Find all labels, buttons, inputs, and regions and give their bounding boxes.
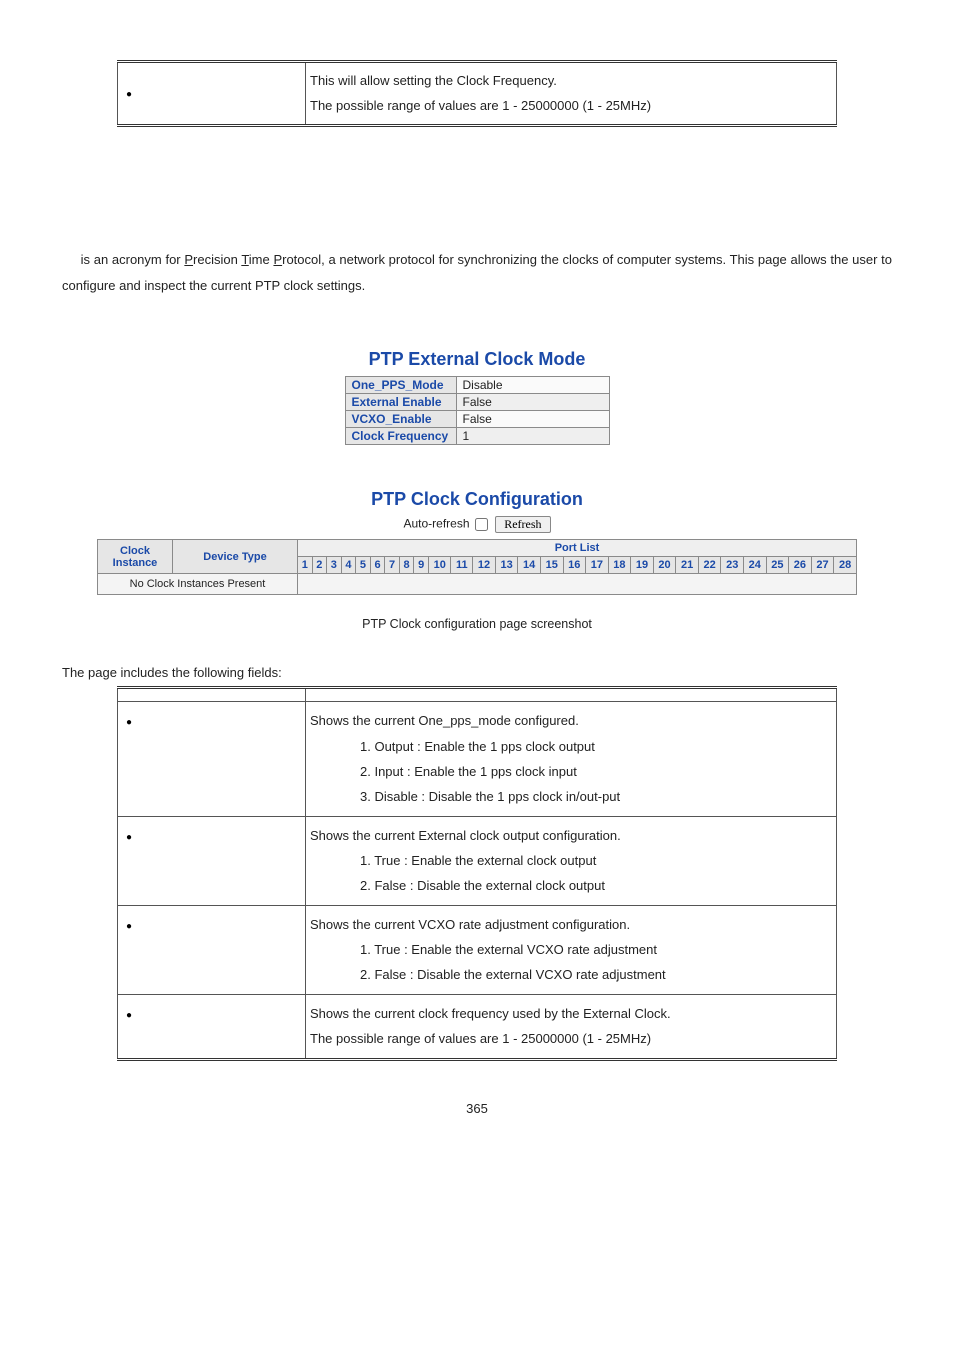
bullet-icon: ● xyxy=(126,717,132,728)
row-one-pps-mode-label: One_PPS_Mode xyxy=(345,377,456,394)
port-header-22: 22 xyxy=(698,557,721,574)
p-underline: P xyxy=(184,252,193,267)
fields-row-line: Shows the current clock frequency used b… xyxy=(310,1006,671,1021)
clock-config-table: Clock Instance Device Type Port List 123… xyxy=(97,539,857,595)
port-header-1: 1 xyxy=(298,557,313,574)
header-port-list: Port List xyxy=(298,540,857,557)
port-header-17: 17 xyxy=(586,557,609,574)
fields-header-description xyxy=(306,688,837,702)
page-number: 365 xyxy=(62,1101,892,1116)
port-header-3: 3 xyxy=(327,557,342,574)
p-rest: recision xyxy=(193,252,241,267)
fields-row-object: ● xyxy=(118,905,306,994)
fields-row-line: Shows the current One_pps_mode configure… xyxy=(310,713,579,728)
port-header-23: 23 xyxy=(721,557,744,574)
no-clock-instances-cell: No Clock Instances Present xyxy=(98,574,298,595)
port-header-2: 2 xyxy=(312,557,327,574)
fields-header-object xyxy=(118,688,306,702)
fields-row-line: 2. False : Disable the external VCXO rat… xyxy=(310,962,832,987)
fields-table: ● Shows the current One_pps_mode configur… xyxy=(117,686,837,1060)
port-header-6: 6 xyxy=(370,557,385,574)
ptp-clock-configuration-box: PTP Clock Configuration Auto-refresh Ref… xyxy=(62,489,892,595)
port-header-28: 28 xyxy=(834,557,857,574)
top-desc-line1: This will allow setting the Clock Freque… xyxy=(310,73,557,88)
fields-row-line: 2. Input : Enable the 1 pps clock input xyxy=(310,759,832,784)
fields-row-description: Shows the current External clock output … xyxy=(306,816,837,905)
top-desc-line2: The possible range of values are 1 - 250… xyxy=(310,98,651,113)
fields-row-line: Shows the current External clock output … xyxy=(310,828,621,843)
fields-row-line: 1. True : Enable the external VCXO rate … xyxy=(310,937,832,962)
fields-row-line: Shows the current VCXO rate adjustment c… xyxy=(310,917,630,932)
port-header-12: 12 xyxy=(473,557,496,574)
row-external-enable-label: External Enable xyxy=(345,394,456,411)
t-underline: T xyxy=(241,252,248,267)
external-clock-mode-title: PTP External Clock Mode xyxy=(62,349,892,370)
fields-row-description: Shows the current clock frequency used b… xyxy=(306,994,837,1059)
top-table-object-cell: ● xyxy=(118,62,306,126)
no-clock-instances-empty xyxy=(298,574,857,595)
bullet-icon: ● xyxy=(126,832,132,843)
fields-row-line: 3. Disable : Disable the 1 pps clock in/… xyxy=(310,784,832,809)
fields-row-description: Shows the current VCXO rate adjustment c… xyxy=(306,905,837,994)
row-external-enable-value: False xyxy=(456,394,609,411)
controls-row: Auto-refresh Refresh xyxy=(62,516,892,533)
auto-refresh-checkbox[interactable] xyxy=(475,518,488,531)
refresh-button[interactable]: Refresh xyxy=(495,516,550,533)
p2-underline: P xyxy=(273,252,282,267)
port-header-27: 27 xyxy=(811,557,834,574)
clock-configuration-title: PTP Clock Configuration xyxy=(62,489,892,510)
row-clock-frequency-value: 1 xyxy=(456,428,609,445)
port-header-16: 16 xyxy=(563,557,586,574)
fields-row-line: The possible range of values are 1 - 250… xyxy=(310,1031,651,1046)
port-header-19: 19 xyxy=(631,557,654,574)
fields-row-description: Shows the current One_pps_mode configure… xyxy=(306,702,837,816)
port-header-18: 18 xyxy=(608,557,631,574)
external-clock-mode-table: One_PPS_Mode Disable External Enable Fal… xyxy=(345,376,610,445)
row-vcxo-enable-value: False xyxy=(456,411,609,428)
port-header-15: 15 xyxy=(540,557,563,574)
port-header-21: 21 xyxy=(676,557,699,574)
intro-prefix: is an acronym for xyxy=(77,252,184,267)
fields-row-object: ● xyxy=(118,816,306,905)
header-device-type: Device Type xyxy=(173,540,298,574)
port-header-7: 7 xyxy=(385,557,400,574)
port-header-5: 5 xyxy=(356,557,371,574)
port-header-4: 4 xyxy=(341,557,356,574)
port-header-25: 25 xyxy=(766,557,789,574)
row-clock-frequency-label: Clock Frequency xyxy=(345,428,456,445)
clock-frequency-continuation-table: ● This will allow setting the Clock Freq… xyxy=(117,60,837,127)
t-rest: ime xyxy=(249,252,274,267)
page-includes-text: The page includes the following fields: xyxy=(62,665,892,680)
ptp-external-clock-mode-box: PTP External Clock Mode One_PPS_Mode Dis… xyxy=(62,349,892,445)
screenshot-caption: PTP Clock configuration page screenshot xyxy=(62,617,892,631)
row-vcxo-enable-label: VCXO_Enable xyxy=(345,411,456,428)
auto-refresh-label: Auto-refresh xyxy=(403,517,469,531)
fields-row-line: 1. Output : Enable the 1 pps clock outpu… xyxy=(310,734,832,759)
port-header-8: 8 xyxy=(399,557,414,574)
row-one-pps-mode-value: Disable xyxy=(456,377,609,394)
fields-row-line: 1. True : Enable the external clock outp… xyxy=(310,848,832,873)
port-header-20: 20 xyxy=(653,557,676,574)
port-header-13: 13 xyxy=(495,557,518,574)
fields-row-line: 2. False : Disable the external clock ou… xyxy=(310,873,832,898)
port-header-26: 26 xyxy=(789,557,812,574)
port-header-10: 10 xyxy=(428,557,451,574)
bullet-icon: ● xyxy=(126,921,132,932)
port-header-9: 9 xyxy=(414,557,429,574)
port-header-14: 14 xyxy=(518,557,541,574)
top-table-description-cell: This will allow setting the Clock Freque… xyxy=(306,62,837,126)
bullet-icon: ● xyxy=(126,1010,132,1021)
port-header-24: 24 xyxy=(744,557,767,574)
fields-row-object: ● xyxy=(118,702,306,816)
intro-paragraph: is an acronym for Precision Time Protoco… xyxy=(62,247,892,299)
fields-row-object: ● xyxy=(118,994,306,1059)
bullet-icon: ● xyxy=(126,89,132,100)
port-header-11: 11 xyxy=(451,557,473,574)
header-clock-instance: Clock Instance xyxy=(98,540,173,574)
